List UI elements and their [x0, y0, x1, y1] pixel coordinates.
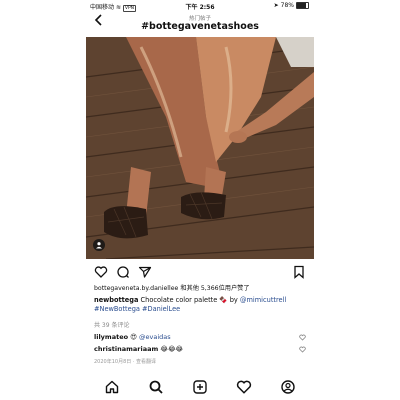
caption-username[interactable]: newbottega [94, 296, 138, 304]
bookmark-icon[interactable] [292, 264, 306, 279]
photo-illustration [86, 37, 314, 259]
bottom-tab-bar [86, 376, 314, 400]
user-tag-icon[interactable] [93, 239, 105, 251]
post-meta[interactable]: 2020年10月8日 · 查看翻译 [94, 358, 156, 365]
profile-icon[interactable] [280, 379, 296, 395]
likes-summary[interactable]: bottegaveneta.by.daniellee 和其他 5,366位用户赞… [94, 283, 250, 292]
status-bar: 中国移动 ≋ VPN 下午 2:56 ➤ 78% [86, 0, 314, 12]
page-header: 热门帖子 #bottegavenetashoes [86, 11, 314, 35]
caption-mention[interactable]: @mimicuttrell [240, 296, 286, 304]
location-icon: ➤ [273, 2, 279, 9]
battery-icon [296, 2, 309, 9]
home-icon[interactable] [104, 379, 120, 395]
battery-fill [297, 3, 306, 8]
heart-icon[interactable] [94, 264, 108, 278]
post-photo[interactable] [86, 37, 314, 259]
comment-like-icon[interactable] [299, 334, 306, 343]
caption-text: Chocolate color palette 🍫 by [138, 296, 240, 304]
comment-username[interactable]: christinamariaam [94, 345, 158, 353]
paper-plane-icon[interactable] [138, 264, 152, 278]
comment-username[interactable]: lilymateo [94, 333, 128, 341]
comment-text: 😂😂😂 [160, 345, 184, 353]
add-post-icon[interactable] [192, 379, 208, 395]
comment-row: christinamariaam 😂😂😂 [94, 345, 308, 355]
phone-screen: 中国移动 ≋ VPN 下午 2:56 ➤ 78% 热门帖子 #bottegave… [86, 0, 314, 400]
comment-row: lilymateo 😍 @evaidas [94, 333, 308, 343]
post-actions [86, 264, 314, 280]
comment-mention[interactable]: @evaidas [139, 333, 171, 341]
search-icon[interactable] [148, 379, 164, 395]
battery-percent: 78% [280, 2, 294, 9]
status-right: ➤ 78% [274, 2, 309, 9]
activity-heart-icon[interactable] [236, 379, 252, 395]
post-caption: newbottega Chocolate color palette 🍫 by … [94, 296, 308, 314]
view-comments-link[interactable]: 共 39 条评论 [94, 320, 129, 329]
page-title: #bottegavenetashoes [141, 21, 259, 32]
comment-icon[interactable] [116, 264, 130, 278]
caption-hashtags[interactable]: #NewBottega #DanielLee [94, 305, 180, 313]
comment-emoji: 😍 [130, 333, 137, 341]
comment-like-icon[interactable] [299, 346, 306, 355]
